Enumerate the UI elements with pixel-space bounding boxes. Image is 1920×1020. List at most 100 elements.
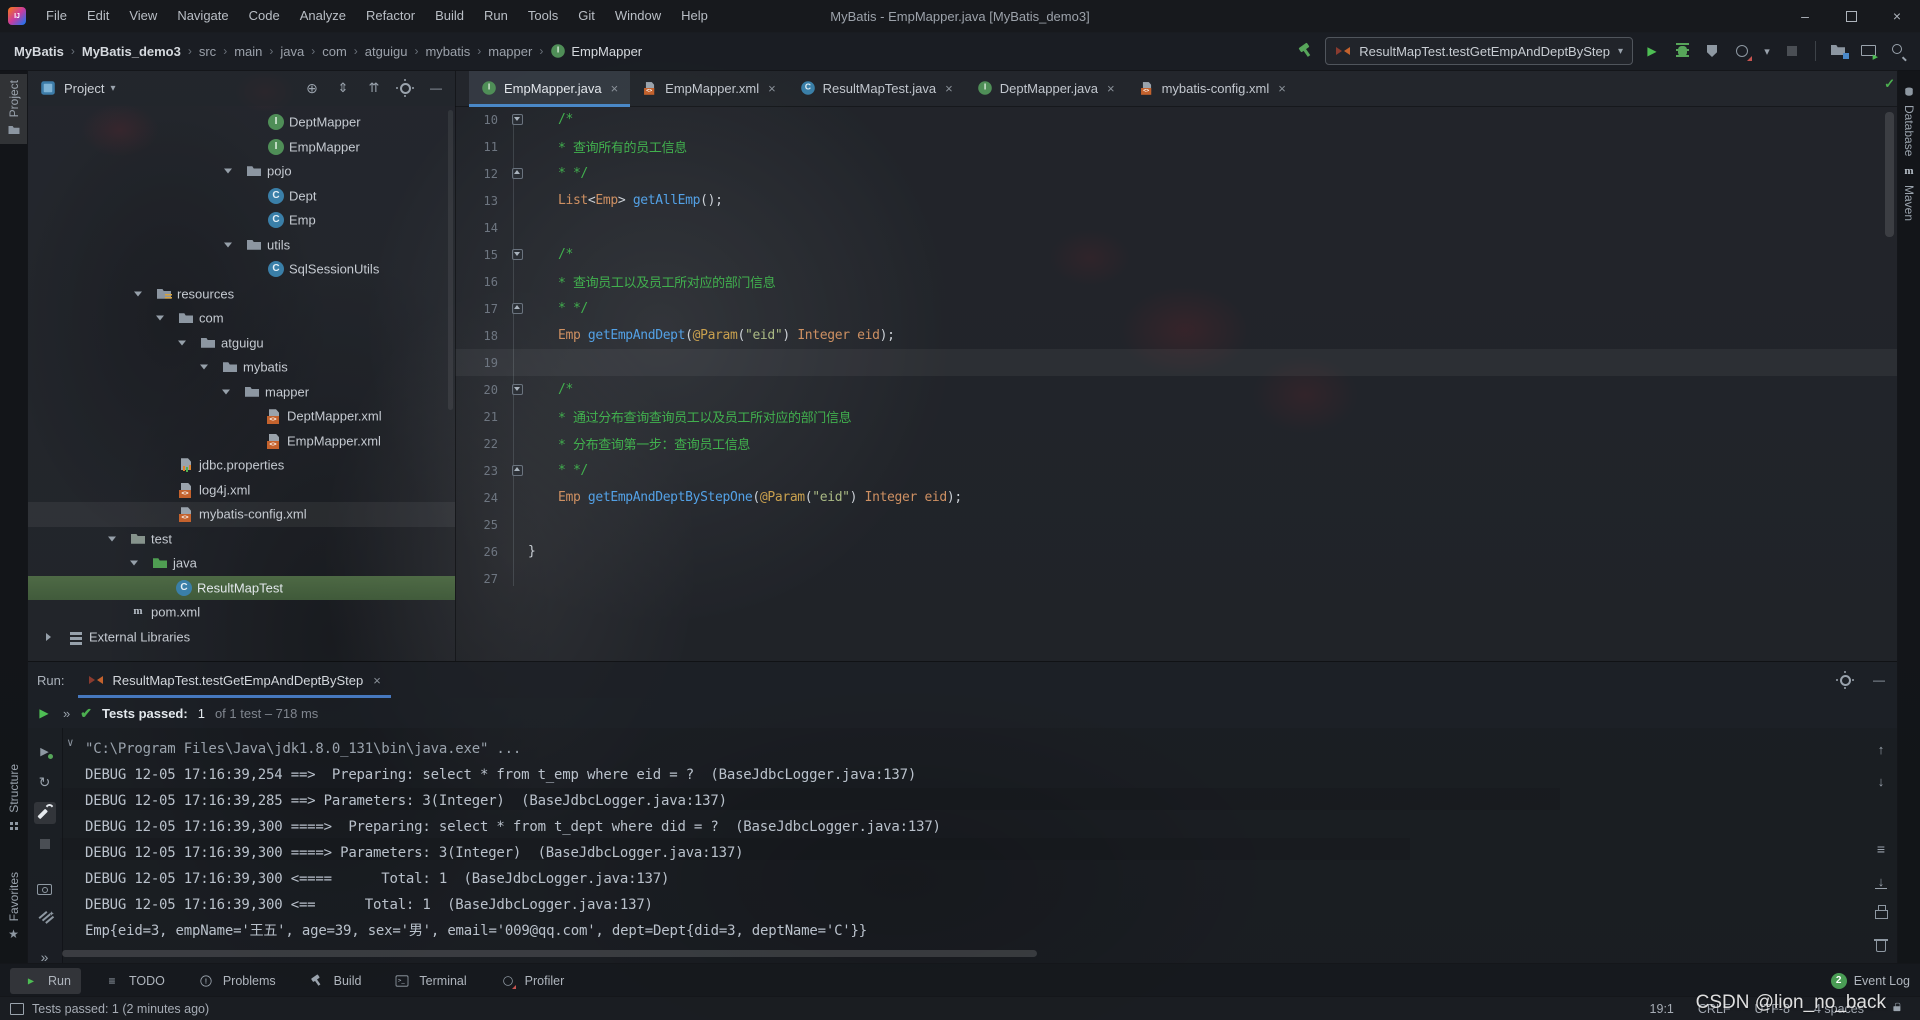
- toolwindow-button-terminal[interactable]: Terminal: [381, 968, 476, 994]
- tree-item-deptmapper[interactable]: DeptMapper: [27, 110, 455, 135]
- caret-position[interactable]: 19:1: [1650, 1002, 1674, 1016]
- code-editor[interactable]: 10/*11* 查询所有的员工信息12* */13List<Emp> getAl…: [455, 106, 1898, 661]
- sidebar-item-project[interactable]: Project: [0, 74, 27, 144]
- menu-code[interactable]: Code: [239, 0, 290, 32]
- search-everywhere-icon[interactable]: [1888, 40, 1910, 62]
- sidebar-item-favorites[interactable]: Favorites: [0, 866, 27, 948]
- breadcrumb-item[interactable]: src: [199, 44, 216, 59]
- chevron-down-icon[interactable]: [200, 365, 208, 370]
- run-targets-icon[interactable]: [1858, 40, 1880, 62]
- lock-icon[interactable]: [1891, 1001, 1906, 1016]
- inspections-ok-icon[interactable]: ✓: [1884, 76, 1895, 92]
- next-occurrence-icon[interactable]: [1870, 770, 1892, 792]
- maximize-window-icon[interactable]: [1828, 0, 1874, 32]
- locate-file-icon[interactable]: [301, 77, 323, 99]
- tree-item-empmapper.xml[interactable]: EmpMapper.xml: [27, 429, 455, 454]
- minimize-window-icon[interactable]: –: [1782, 0, 1828, 32]
- tab-deptmapper.java[interactable]: DeptMapper.java×: [965, 70, 1127, 106]
- debug-button[interactable]: [1671, 40, 1693, 62]
- tree-item-emp[interactable]: Emp: [27, 208, 455, 233]
- settings-icon[interactable]: [394, 77, 416, 99]
- collapse-all-icon[interactable]: [363, 77, 385, 99]
- tab-mybatis-config.xml[interactable]: mybatis-config.xml×: [1127, 70, 1298, 106]
- chevron-down-icon[interactable]: [134, 291, 142, 296]
- tree-item-mybatis[interactable]: mybatis: [27, 355, 455, 380]
- tree-item-utils[interactable]: utils: [27, 233, 455, 258]
- chevron-down-icon[interactable]: [156, 316, 164, 321]
- tab-empmapper.java[interactable]: EmpMapper.java×: [469, 70, 630, 106]
- chevron-down-icon[interactable]: [108, 536, 116, 541]
- toolwindow-button-todo[interactable]: TODO: [91, 968, 175, 994]
- menu-view[interactable]: View: [119, 0, 167, 32]
- tree-item-sqlsessionutils[interactable]: SqlSessionUtils: [27, 257, 455, 282]
- breadcrumb-item[interactable]: mybatis: [425, 44, 470, 59]
- breadcrumb-item[interactable]: mapper: [488, 44, 532, 59]
- close-tab-icon[interactable]: ×: [611, 81, 619, 96]
- close-tab-icon[interactable]: ×: [1107, 81, 1115, 96]
- breadcrumb-item[interactable]: java: [280, 44, 304, 59]
- hide-icon[interactable]: [425, 77, 447, 99]
- toolwindow-button-problems[interactable]: Problems: [185, 968, 286, 994]
- toolwindow-toggle-icon[interactable]: [10, 1003, 24, 1015]
- print-icon[interactable]: [1870, 902, 1892, 924]
- tree-item-pojo[interactable]: pojo: [27, 159, 455, 184]
- fold-down-icon[interactable]: [512, 249, 523, 260]
- fold-up-icon[interactable]: [512, 465, 523, 476]
- breadcrumb-item[interactable]: main: [234, 44, 262, 59]
- menu-help[interactable]: Help: [671, 0, 718, 32]
- menu-run[interactable]: Run: [474, 0, 518, 32]
- tree-item-com[interactable]: com: [27, 306, 455, 331]
- fold-up-icon[interactable]: [512, 303, 523, 314]
- toggle-auto-test-icon[interactable]: [34, 771, 56, 793]
- menu-analyze[interactable]: Analyze: [290, 0, 356, 32]
- menu-edit[interactable]: Edit: [77, 0, 119, 32]
- run-button[interactable]: [1641, 40, 1663, 62]
- toolwindow-button-build[interactable]: Build: [296, 968, 372, 994]
- chevron-down-icon[interactable]: [130, 561, 138, 566]
- event-log-button[interactable]: 2 Event Log: [1831, 973, 1910, 989]
- tab-resultmaptest.java[interactable]: ResultMapTest.java×: [788, 70, 965, 106]
- tree-item-external libraries[interactable]: External Libraries: [27, 625, 455, 650]
- close-tab-icon[interactable]: ×: [945, 81, 953, 96]
- profiler-button[interactable]: [1731, 40, 1753, 62]
- breadcrumb-item[interactable]: EmpMapper: [550, 43, 642, 59]
- expand-all-icon[interactable]: [332, 77, 354, 99]
- chevron-down-icon[interactable]: [224, 242, 232, 247]
- fold-console-icon[interactable]: ∨: [67, 736, 73, 749]
- tree-item-log4j.xml[interactable]: log4j.xml: [27, 478, 455, 503]
- console-output[interactable]: ∨ "C:\Program Files\Java\jdk1.8.0_131\bi…: [62, 728, 1898, 963]
- clear-all-icon[interactable]: [34, 909, 56, 931]
- soft-wrap-icon[interactable]: [1870, 838, 1892, 860]
- tree-item-resultmaptest[interactable]: ResultMapTest: [27, 576, 455, 601]
- chevron-down-icon[interactable]: ▾: [110, 83, 115, 94]
- console-horizontal-scrollbar[interactable]: [62, 950, 1037, 957]
- tree-item-mapper[interactable]: mapper: [27, 380, 455, 405]
- expand-test-tree-icon[interactable]: »: [63, 706, 70, 721]
- sidebar-item-maven[interactable]: Maven: [1898, 158, 1920, 227]
- chevron-down-icon[interactable]: [178, 340, 186, 345]
- rerun-failed-tests-icon[interactable]: [34, 740, 56, 762]
- test-settings-icon[interactable]: [34, 802, 56, 824]
- tab-empmapper.xml[interactable]: EmpMapper.xml×: [630, 70, 788, 106]
- run-with-coverage-button[interactable]: [1701, 40, 1723, 62]
- tree-item-pom.xml[interactable]: pom.xml: [27, 600, 455, 625]
- clear-console-icon[interactable]: [1870, 934, 1892, 956]
- chevron-down-icon[interactable]: [222, 389, 230, 394]
- menu-git[interactable]: Git: [568, 0, 605, 32]
- menu-tools[interactable]: Tools: [518, 0, 568, 32]
- tree-item-deptmapper.xml[interactable]: DeptMapper.xml: [27, 404, 455, 429]
- menu-build[interactable]: Build: [425, 0, 474, 32]
- project-folder-icon[interactable]: [1828, 40, 1850, 62]
- breadcrumb-item[interactable]: MyBatis_demo3: [82, 44, 181, 59]
- chevron-right-icon[interactable]: [46, 633, 51, 641]
- scroll-to-end-icon[interactable]: [1870, 870, 1892, 892]
- fold-up-icon[interactable]: [512, 168, 523, 179]
- build-hammer-icon[interactable]: [1295, 40, 1317, 62]
- rerun-icon[interactable]: [35, 702, 53, 724]
- tree-item-java[interactable]: java: [27, 551, 455, 576]
- close-window-icon[interactable]: ×: [1874, 0, 1920, 32]
- breadcrumb-item[interactable]: com: [322, 44, 347, 59]
- breadcrumb-item[interactable]: MyBatis: [14, 44, 64, 59]
- toolwindow-button-profiler[interactable]: Profiler: [487, 968, 575, 994]
- tree-item-resources[interactable]: resources: [27, 282, 455, 307]
